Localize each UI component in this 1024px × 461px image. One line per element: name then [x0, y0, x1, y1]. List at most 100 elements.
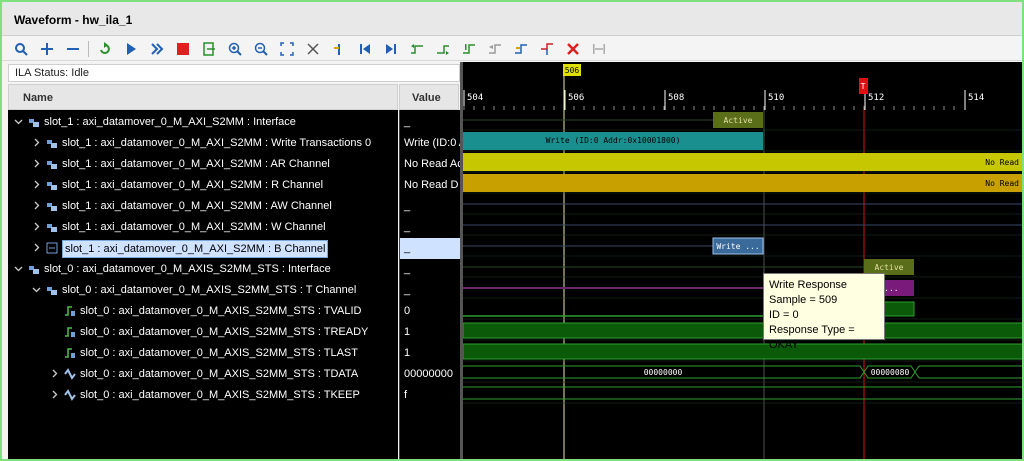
name-column-label: Name: [23, 92, 53, 104]
export-icon[interactable]: [200, 40, 218, 58]
interface-icon: [28, 263, 40, 275]
signal-row[interactable]: slot_0 : axi_datamover_0_M_AXIS_S2MM_STS…: [8, 385, 398, 406]
tlast-high: [463, 343, 1022, 360]
value-column-header[interactable]: Value: [399, 84, 459, 110]
remove-icon[interactable]: [64, 40, 82, 58]
cursor-marker-label: 506: [565, 66, 580, 75]
b-channel-label: Write ...: [716, 242, 759, 251]
zoom-out-icon[interactable]: [252, 40, 270, 58]
refresh-icon[interactable]: [96, 40, 114, 58]
tooltip-line: ID = 0: [769, 309, 799, 321]
trigger-marker-label: T: [861, 82, 866, 91]
signal-row[interactable]: slot_0 : axi_datamover_0_M_AXIS_S2MM_STS…: [8, 301, 398, 322]
chevron-down-icon[interactable]: [32, 285, 42, 295]
signal-label: slot_0 : axi_datamover_0_M_AXIS_S2MM_STS…: [80, 305, 362, 317]
swap-cursors-icon[interactable]: [538, 40, 556, 58]
value-column: _ Write (ID:0 A No Read Ac No Read D _ _ _ _ _ 0 1…: [399, 110, 460, 459]
go-to-end-icon[interactable]: [382, 40, 400, 58]
timeline-tick-label: 514: [968, 93, 984, 103]
signal-bit-icon: [64, 347, 76, 359]
signal-row[interactable]: slot_0 : axi_datamover_0_M_AXIS_S2MM_STS…: [8, 322, 398, 343]
signal-label: slot_0 : axi_datamover_0_M_AXIS_S2MM_STS…: [44, 263, 331, 275]
delete-icon[interactable]: [564, 40, 582, 58]
name-column-header[interactable]: Name: [8, 84, 398, 110]
tready-high: [463, 322, 1022, 339]
signal-label: slot_0 : axi_datamover_0_M_AXIS_S2MM_STS…: [80, 389, 360, 401]
waveform-viewer[interactable]: 504 506 508 510 512 514 506 T Active Write (ID:0 …: [463, 62, 1022, 459]
zoom-in-icon[interactable]: [226, 40, 244, 58]
signal-value: 0: [404, 305, 411, 317]
signal-row[interactable]: slot_0 : axi_datamover_0_M_AXIS_S2MM_STS…: [8, 364, 398, 385]
zoom-fit-icon[interactable]: [278, 40, 296, 58]
signal-label: slot_0 : axi_datamover_0_M_AXIS_S2MM_STS…: [80, 347, 358, 359]
toolbar-separator: [88, 41, 89, 57]
signal-value: No Read D: [404, 179, 459, 191]
chevron-right-icon[interactable]: [32, 159, 42, 169]
chevron-right-icon[interactable]: [32, 138, 42, 148]
signal-row[interactable]: slot_1 : axi_datamover_0_M_AXI_S2MM : B …: [8, 238, 398, 259]
timeline-tick-label: 510: [768, 93, 784, 103]
interface-icon: [46, 179, 58, 191]
go-to-start-icon[interactable]: [356, 40, 374, 58]
interface-icon: [46, 158, 58, 170]
chevron-down-icon[interactable]: [14, 264, 24, 274]
signal-value: No Read Ac: [404, 158, 460, 170]
add-marker-alt-icon[interactable]: [460, 40, 478, 58]
run-trigger-icon[interactable]: [122, 40, 140, 58]
channel-icon: [46, 242, 58, 254]
signal-bit-icon: [64, 305, 76, 317]
signal-row[interactable]: slot_1 : axi_datamover_0_M_AXI_S2MM : Wr…: [8, 133, 398, 154]
tdata-value-a: 00000000: [644, 368, 683, 377]
active-label: Active: [724, 116, 753, 125]
signal-row[interactable]: slot_0 : axi_datamover_0_M_AXIS_S2MM_STS…: [8, 280, 398, 301]
signal-row[interactable]: slot_0 : axi_datamover_0_M_AXIS_S2MM_STS…: [8, 343, 398, 364]
signal-label: slot_1 : axi_datamover_0_M_AXI_S2MM : AR…: [62, 158, 330, 170]
r-channel-bar: [463, 174, 1022, 192]
previous-transition-icon[interactable]: [408, 40, 426, 58]
interface-icon: [46, 284, 58, 296]
signal-bit-icon: [64, 326, 76, 338]
cursor-icon[interactable]: [304, 40, 322, 58]
signal-label: slot_1 : axi_datamover_0_M_AXI_S2MM : B …: [62, 240, 329, 258]
signal-row[interactable]: slot_1 : axi_datamover_0_M_AXI_S2MM : W …: [8, 217, 398, 238]
signal-label: slot_1 : axi_datamover_0_M_AXI_S2MM : Wr…: [62, 137, 372, 149]
next-transition-icon[interactable]: [434, 40, 452, 58]
zoom-to-marker-icon[interactable]: [590, 40, 608, 58]
add-marker-icon[interactable]: [330, 40, 348, 58]
signal-row[interactable]: slot_1 : axi_datamover_0_M_AXI_S2MM : AW…: [8, 196, 398, 217]
write-transaction-label: Write (ID:0 Addr:0x10001800): [546, 136, 681, 145]
signal-value: _: [404, 200, 411, 212]
tdata-bus-c-edge: [914, 371, 920, 379]
tooltip-line: Write Response: [769, 279, 848, 291]
signal-value: 1: [404, 347, 411, 359]
ar-channel-bar: [463, 153, 1022, 171]
chevron-down-icon[interactable]: [14, 117, 24, 127]
prev-marker-icon[interactable]: [486, 40, 504, 58]
run-immediate-icon[interactable]: [148, 40, 166, 58]
search-icon[interactable]: [12, 40, 30, 58]
chevron-right-icon[interactable]: [50, 369, 60, 379]
signal-row[interactable]: slot_1 : axi_datamover_0_M_AXI_S2MM : In…: [8, 112, 398, 133]
tdata-bus-c: [914, 365, 1022, 373]
chevron-right-icon[interactable]: [32, 180, 42, 190]
signal-label: slot_1 : axi_datamover_0_M_AXI_S2MM : W …: [62, 221, 326, 233]
tooltip-line: Response Type = OKAY: [769, 324, 855, 351]
add-icon[interactable]: [38, 40, 56, 58]
signal-label: slot_0 : axi_datamover_0_M_AXIS_S2MM_STS…: [80, 368, 359, 380]
bus-icon: [64, 368, 76, 380]
signal-row[interactable]: slot_0 : axi_datamover_0_M_AXIS_S2MM_STS…: [8, 259, 398, 280]
chevron-right-icon[interactable]: [50, 390, 60, 400]
t-active-label: Active: [875, 263, 904, 272]
signal-row[interactable]: slot_1 : axi_datamover_0_M_AXI_S2MM : R …: [8, 175, 398, 196]
chevron-right-icon[interactable]: [32, 201, 42, 211]
timeline-ruler: [463, 62, 1022, 110]
chevron-right-icon[interactable]: [32, 222, 42, 232]
interface-icon: [28, 116, 40, 128]
next-marker-icon[interactable]: [512, 40, 530, 58]
signal-row[interactable]: slot_1 : axi_datamover_0_M_AXI_S2MM : AR…: [8, 154, 398, 175]
chevron-right-icon[interactable]: [32, 243, 42, 253]
signal-value: _: [404, 116, 411, 128]
stop-icon[interactable]: [174, 40, 192, 58]
timeline-tick-label: 506: [568, 93, 584, 103]
signal-tree: slot_1 : axi_datamover_0_M_AXI_S2MM : In…: [8, 110, 398, 459]
